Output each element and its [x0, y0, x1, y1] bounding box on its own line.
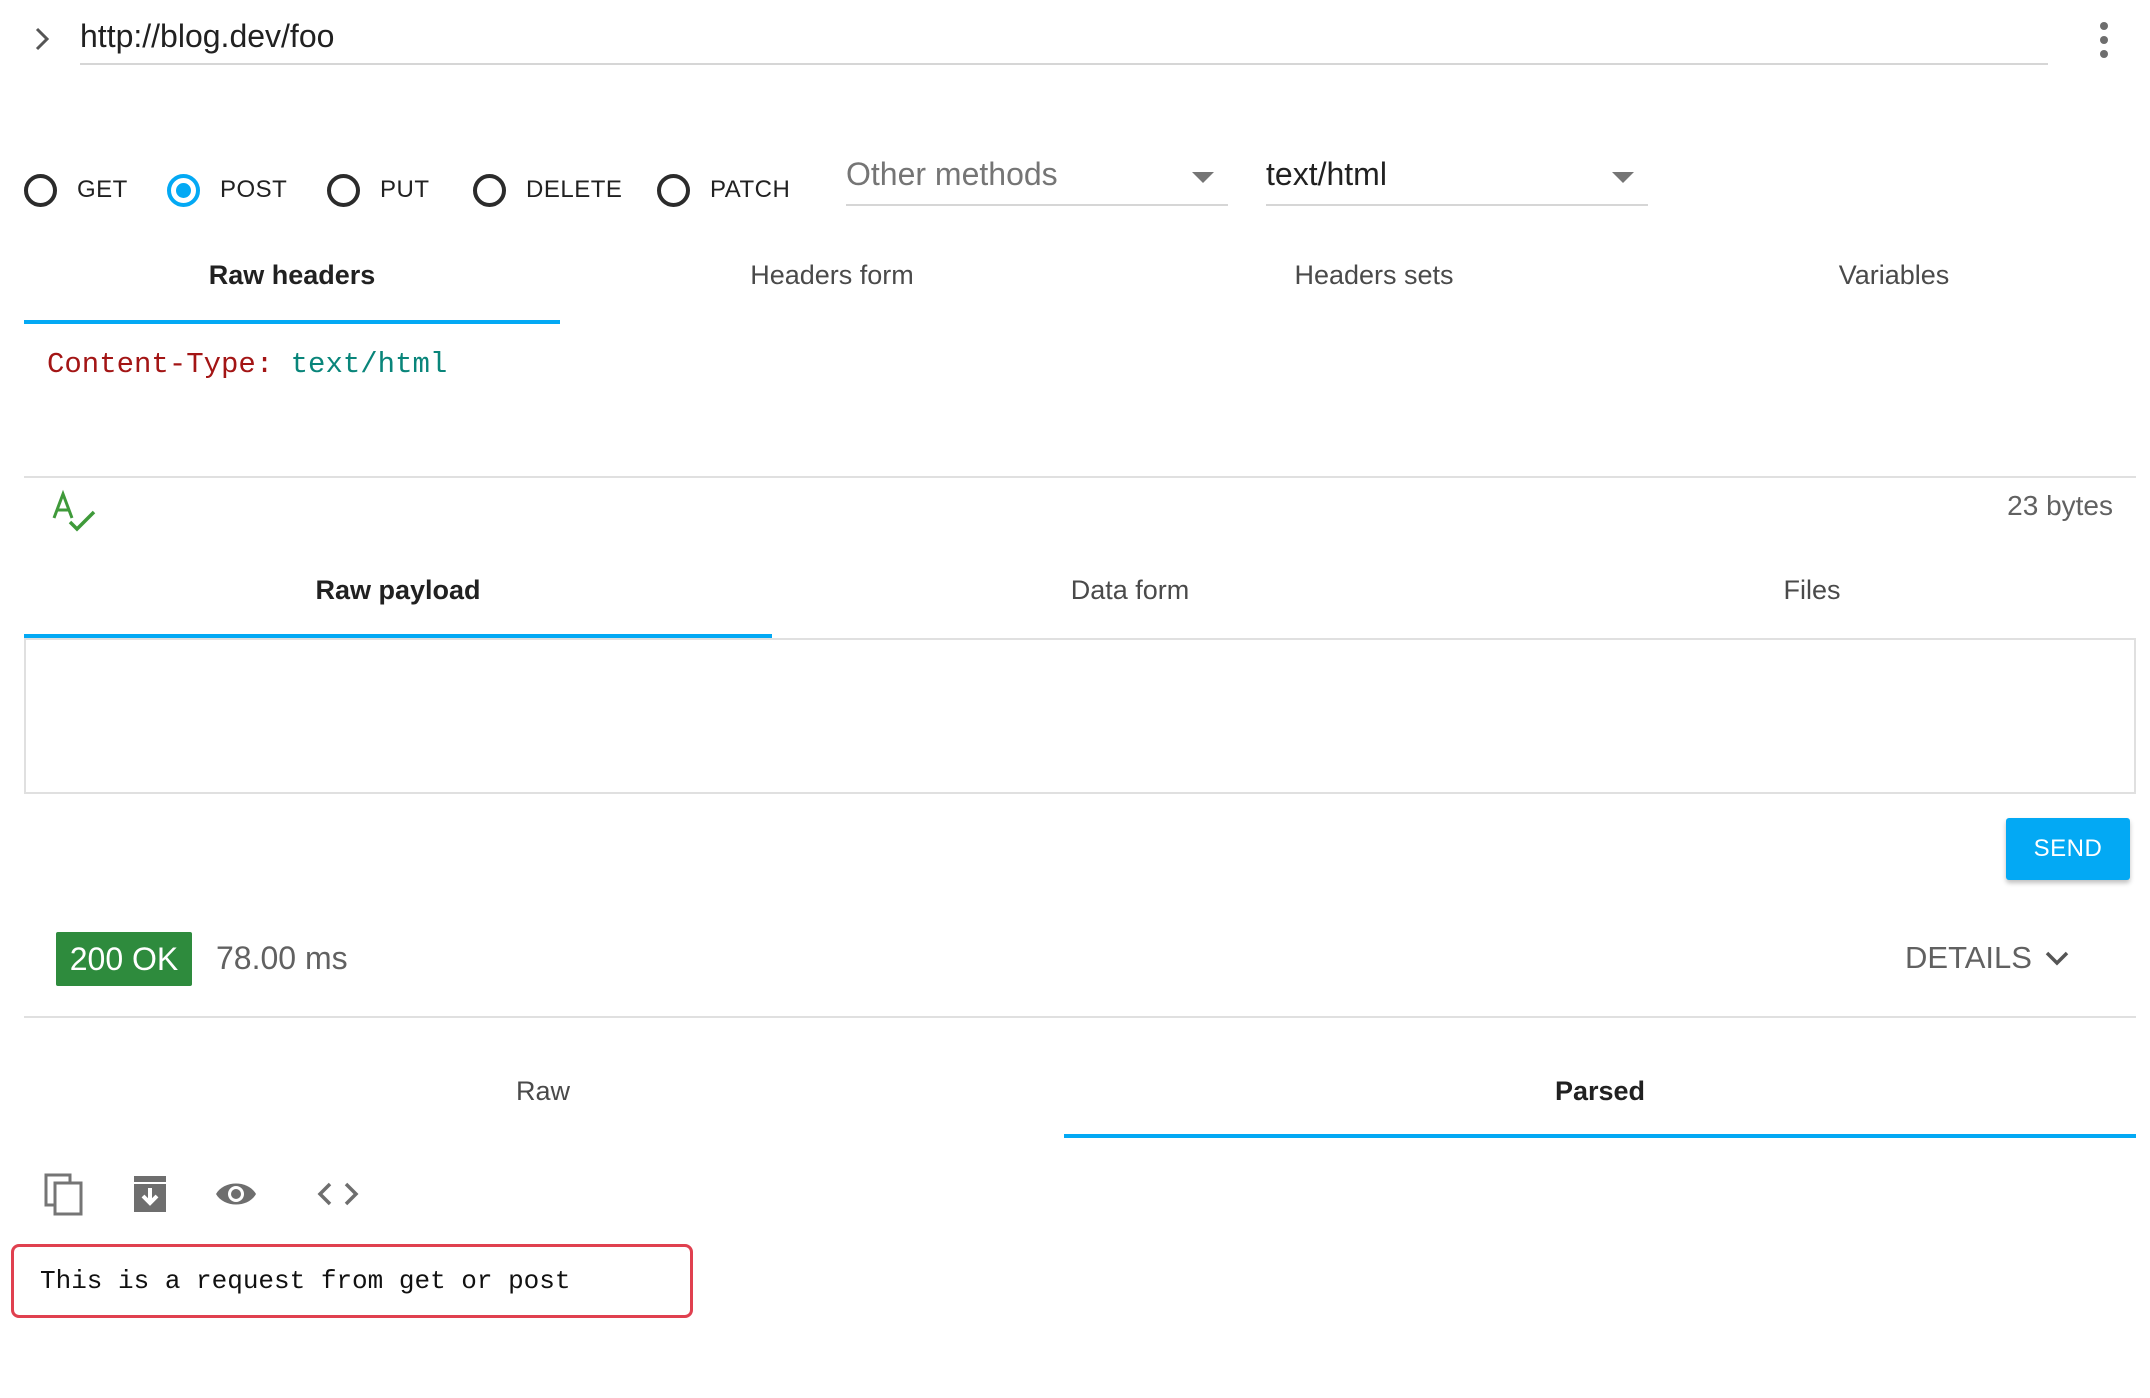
method-label: POST [220, 176, 288, 203]
method-label: GET [77, 176, 128, 203]
payload-editor[interactable] [24, 638, 2136, 794]
method-label: PATCH [710, 176, 791, 203]
code-icon[interactable] [316, 1172, 360, 1216]
tab-raw-headers[interactable]: Raw headers [24, 260, 560, 291]
method-label: DELETE [526, 176, 623, 203]
other-methods-placeholder: Other methods [846, 156, 1058, 192]
url-input[interactable]: http://blog.dev/foo [80, 18, 334, 55]
radio-unchecked-icon [473, 173, 506, 207]
dropdown-arrow-icon [1192, 172, 1214, 183]
method-radio-delete[interactable]: DELETE [473, 170, 622, 210]
radio-unchecked-icon [327, 173, 360, 207]
tab-data-form[interactable]: Data form [776, 575, 1484, 606]
other-methods-select[interactable]: Other methods [846, 150, 1228, 206]
content-type-value: text/html [1266, 156, 1387, 192]
chevron-down-icon [2045, 951, 2069, 966]
radio-checked-icon [167, 173, 200, 207]
copy-icon[interactable] [42, 1172, 86, 1216]
tab-parsed[interactable]: Parsed [1064, 1076, 2136, 1107]
tab-raw-payload[interactable]: Raw payload [24, 575, 772, 606]
preview-icon[interactable] [214, 1172, 258, 1216]
response-time: 78.00 ms [216, 940, 348, 976]
header-key: Content-Type: [47, 348, 274, 381]
spellcheck-icon[interactable] [50, 488, 98, 536]
header-value: text/html [290, 348, 448, 381]
radio-unchecked-icon [657, 173, 690, 207]
tab-raw[interactable]: Raw [24, 1076, 1062, 1107]
tab-indicator [1064, 1134, 2136, 1138]
status-badge: 200 OK [56, 932, 192, 986]
method-radio-patch[interactable]: PATCH [657, 170, 790, 210]
tab-headers-form[interactable]: Headers form [562, 260, 1102, 291]
content-type-select[interactable]: text/html [1266, 150, 1648, 206]
headers-editor[interactable]: Content-Type: text/html [47, 348, 447, 381]
details-button[interactable]: DETAILS [1905, 940, 2070, 976]
method-radio-post[interactable]: POST [167, 170, 287, 210]
details-label: DETAILS [1905, 940, 2032, 975]
dropdown-arrow-icon [1612, 172, 1634, 183]
tab-indicator [24, 320, 560, 324]
method-radio-get[interactable]: GET [24, 170, 128, 210]
tab-files[interactable]: Files [1488, 575, 2136, 606]
divider [24, 1016, 2136, 1018]
more-options-icon[interactable] [2090, 18, 2118, 62]
radio-unchecked-icon [24, 173, 57, 207]
tab-variables[interactable]: Variables [1624, 260, 2150, 291]
send-button[interactable]: SEND [2006, 818, 2130, 880]
tab-headers-sets[interactable]: Headers sets [1104, 260, 1644, 291]
method-radio-put[interactable]: PUT [327, 170, 430, 210]
url-underline [80, 63, 2048, 65]
divider [24, 476, 2136, 478]
headers-size: 23 bytes [2007, 490, 2113, 521]
expand-url-icon[interactable] [28, 24, 58, 54]
method-label: PUT [380, 176, 430, 203]
save-icon[interactable] [128, 1172, 172, 1216]
response-body: This is a request from get or post [40, 1266, 571, 1296]
